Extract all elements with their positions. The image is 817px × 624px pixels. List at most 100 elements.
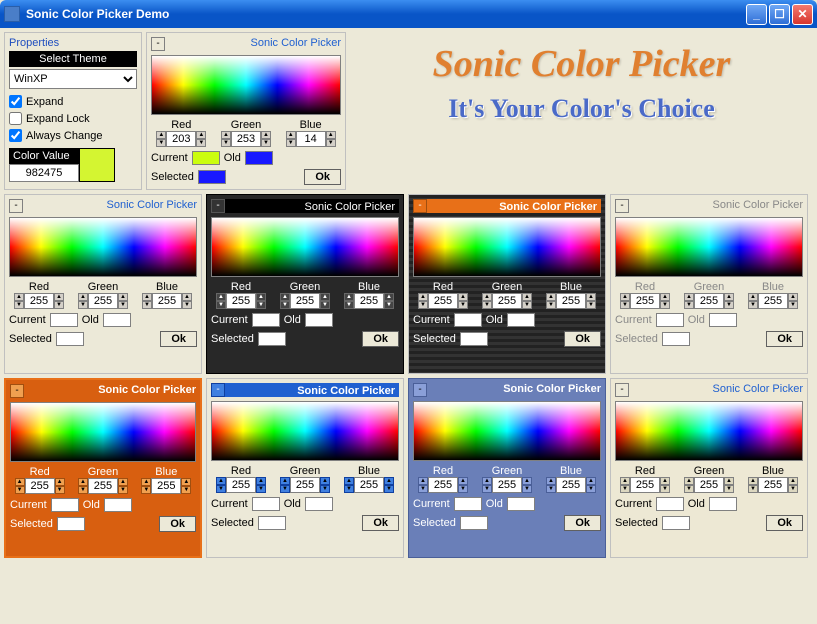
- color-spectrum[interactable]: [615, 217, 803, 277]
- blue-down2[interactable]: ▼: [586, 485, 596, 493]
- green-up[interactable]: ▲: [482, 293, 492, 301]
- blue-up2[interactable]: ▲: [182, 293, 192, 301]
- blue-input[interactable]: [354, 293, 384, 309]
- red-up2[interactable]: ▲: [660, 477, 670, 485]
- green-input[interactable]: [88, 478, 118, 494]
- red-down2[interactable]: ▼: [256, 301, 266, 309]
- blue-up[interactable]: ▲: [141, 478, 151, 486]
- blue-input[interactable]: [151, 478, 181, 494]
- blue-down[interactable]: ▼: [546, 485, 556, 493]
- blue-down[interactable]: ▼: [286, 139, 296, 147]
- theme-select[interactable]: WinXP: [9, 69, 137, 89]
- close-button[interactable]: ✕: [792, 4, 813, 25]
- blue-down[interactable]: ▼: [748, 485, 758, 493]
- picker-toggle[interactable]: -: [211, 383, 225, 397]
- red-down[interactable]: ▼: [620, 301, 630, 309]
- red-input[interactable]: [630, 477, 660, 493]
- green-up2[interactable]: ▲: [261, 131, 271, 139]
- green-down2[interactable]: ▼: [118, 486, 128, 494]
- blue-up2[interactable]: ▲: [788, 477, 798, 485]
- green-up2[interactable]: ▲: [118, 293, 128, 301]
- red-down[interactable]: ▼: [14, 301, 24, 309]
- red-up2[interactable]: ▲: [458, 293, 468, 301]
- green-up2[interactable]: ▲: [724, 477, 734, 485]
- blue-up[interactable]: ▲: [344, 477, 354, 485]
- ok-button[interactable]: Ok: [160, 331, 197, 347]
- red-down2[interactable]: ▼: [256, 485, 266, 493]
- green-input[interactable]: [290, 293, 320, 309]
- red-up2[interactable]: ▲: [256, 293, 266, 301]
- blue-down[interactable]: ▼: [748, 301, 758, 309]
- red-input[interactable]: [226, 293, 256, 309]
- red-up2[interactable]: ▲: [660, 293, 670, 301]
- color-value-input[interactable]: [9, 164, 79, 182]
- red-up[interactable]: ▲: [418, 293, 428, 301]
- blue-down[interactable]: ▼: [344, 301, 354, 309]
- always-change-checkbox[interactable]: [9, 129, 22, 142]
- blue-input[interactable]: [758, 293, 788, 309]
- green-up[interactable]: ▲: [684, 477, 694, 485]
- green-up[interactable]: ▲: [482, 477, 492, 485]
- green-up[interactable]: ▲: [280, 477, 290, 485]
- red-up[interactable]: ▲: [15, 478, 25, 486]
- green-down[interactable]: ▼: [280, 301, 290, 309]
- green-up[interactable]: ▲: [78, 478, 88, 486]
- red-up[interactable]: ▲: [620, 477, 630, 485]
- red-up[interactable]: ▲: [216, 477, 226, 485]
- green-down[interactable]: ▼: [78, 301, 88, 309]
- color-spectrum[interactable]: [151, 55, 341, 115]
- blue-down2[interactable]: ▼: [384, 485, 394, 493]
- blue-up2[interactable]: ▲: [384, 293, 394, 301]
- always-change-checkbox-row[interactable]: Always Change: [9, 129, 137, 142]
- green-input[interactable]: [290, 477, 320, 493]
- picker-toggle[interactable]: -: [413, 199, 427, 213]
- green-up[interactable]: ▲: [684, 293, 694, 301]
- blue-up[interactable]: ▲: [344, 293, 354, 301]
- red-input[interactable]: [166, 131, 196, 147]
- green-up[interactable]: ▲: [78, 293, 88, 301]
- minimize-button[interactable]: _: [746, 4, 767, 25]
- red-input[interactable]: [428, 477, 458, 493]
- green-down[interactable]: ▼: [482, 301, 492, 309]
- blue-down2[interactable]: ▼: [181, 486, 191, 494]
- green-down2[interactable]: ▼: [724, 485, 734, 493]
- picker-toggle[interactable]: -: [10, 384, 24, 398]
- red-down2[interactable]: ▼: [660, 301, 670, 309]
- green-down2[interactable]: ▼: [320, 485, 330, 493]
- red-down2[interactable]: ▼: [54, 301, 64, 309]
- blue-input[interactable]: [296, 131, 326, 147]
- blue-up[interactable]: ▲: [546, 293, 556, 301]
- ok-button[interactable]: Ok: [766, 331, 803, 347]
- green-down[interactable]: ▼: [684, 485, 694, 493]
- picker-toggle[interactable]: -: [615, 383, 629, 397]
- red-input[interactable]: [25, 478, 55, 494]
- blue-down2[interactable]: ▼: [788, 301, 798, 309]
- blue-up[interactable]: ▲: [142, 293, 152, 301]
- red-up2[interactable]: ▲: [256, 477, 266, 485]
- color-spectrum[interactable]: [211, 401, 399, 461]
- blue-down2[interactable]: ▼: [586, 301, 596, 309]
- red-up[interactable]: ▲: [156, 131, 166, 139]
- color-spectrum[interactable]: [211, 217, 399, 277]
- color-spectrum[interactable]: [9, 217, 197, 277]
- picker-toggle[interactable]: -: [151, 37, 165, 51]
- red-up2[interactable]: ▲: [54, 293, 64, 301]
- green-down[interactable]: ▼: [280, 485, 290, 493]
- blue-input[interactable]: [152, 293, 182, 309]
- ok-button[interactable]: Ok: [304, 169, 341, 185]
- blue-up2[interactable]: ▲: [181, 478, 191, 486]
- green-input[interactable]: [492, 477, 522, 493]
- red-down2[interactable]: ▼: [55, 486, 65, 494]
- maximize-button[interactable]: ☐: [769, 4, 790, 25]
- ok-button[interactable]: Ok: [564, 515, 601, 531]
- ok-button[interactable]: Ok: [766, 515, 803, 531]
- blue-up2[interactable]: ▲: [384, 477, 394, 485]
- red-up2[interactable]: ▲: [55, 478, 65, 486]
- green-down[interactable]: ▼: [684, 301, 694, 309]
- green-input[interactable]: [694, 477, 724, 493]
- picker-toggle[interactable]: -: [9, 199, 23, 213]
- green-down2[interactable]: ▼: [261, 139, 271, 147]
- green-down2[interactable]: ▼: [522, 301, 532, 309]
- green-up2[interactable]: ▲: [320, 293, 330, 301]
- picker-toggle[interactable]: -: [211, 199, 225, 213]
